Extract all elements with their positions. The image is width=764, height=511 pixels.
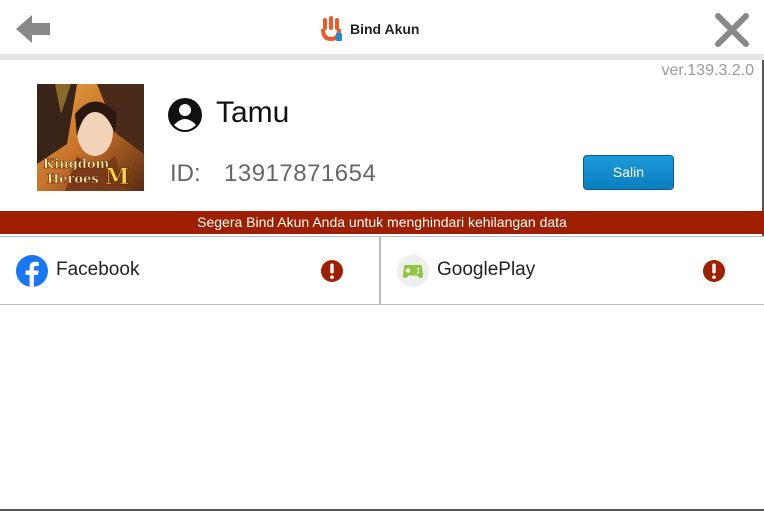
- bind-googleplay-option[interactable]: GooglePlay: [381, 237, 762, 304]
- bind-facebook-option[interactable]: Facebook: [0, 237, 379, 304]
- googleplay-label: GooglePlay: [437, 259, 536, 280]
- copy-button[interactable]: Salin: [583, 155, 674, 190]
- avatar-logo-text-line1: Kingdom: [43, 157, 110, 172]
- content-area: [0, 305, 764, 509]
- game-avatar: Kingdom Heroes M: [37, 84, 144, 191]
- avatar-logo-text-m: M: [105, 164, 129, 190]
- google-play-games-icon: [397, 255, 429, 287]
- close-icon: [715, 13, 749, 47]
- warning-banner: Segera Bind Akun Anda untuk menghindari …: [0, 211, 764, 234]
- facebook-icon: [16, 255, 48, 287]
- bind-account-dialog: Bind Akun ver.139.3.2.0 Kingdom Heroes M…: [0, 0, 764, 511]
- avatar-logo-text-line2: Heroes: [47, 172, 99, 187]
- app-logo-icon: [321, 16, 342, 42]
- username: Tamu: [216, 96, 290, 129]
- alert-icon: [321, 260, 343, 282]
- dialog-header: Bind Akun: [0, 0, 764, 56]
- id-label: ID:: [170, 160, 201, 187]
- id-value: 13917871654: [224, 160, 377, 187]
- user-icon: [168, 98, 202, 132]
- back-button[interactable]: [14, 12, 54, 46]
- facebook-label: Facebook: [56, 259, 140, 280]
- header-divider: [0, 54, 764, 60]
- version-label: ver.139.3.2.0: [661, 62, 754, 79]
- dialog-title-text: Bind Akun: [350, 21, 420, 37]
- dialog-title: Bind Akun: [320, 14, 419, 44]
- alert-icon: [703, 260, 725, 282]
- back-arrow-icon: [16, 15, 50, 43]
- close-button[interactable]: [712, 11, 752, 49]
